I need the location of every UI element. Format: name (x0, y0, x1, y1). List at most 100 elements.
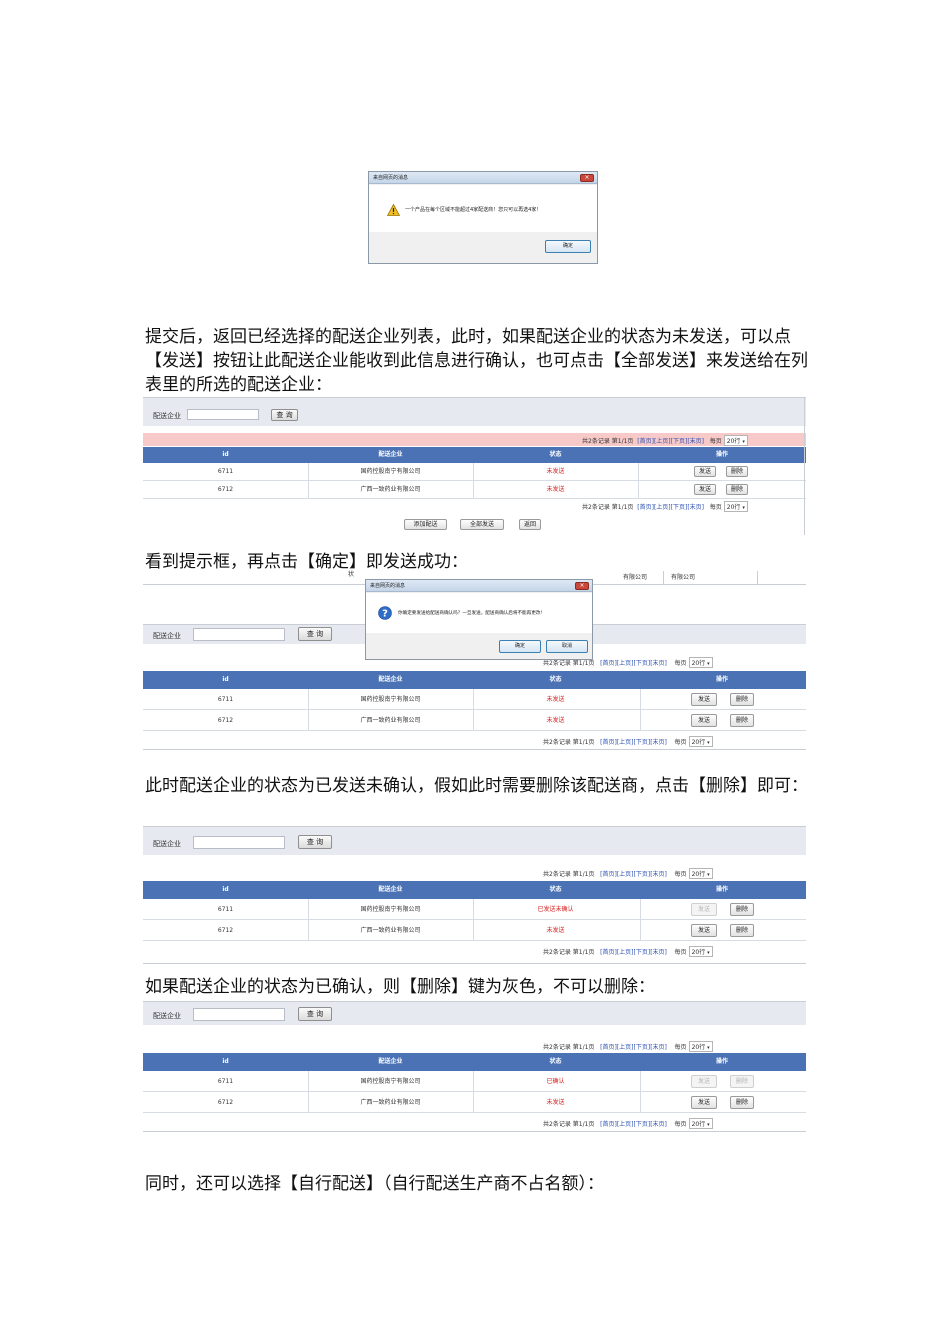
pager-page: 第1/1页 (572, 1121, 595, 1128)
ok-button[interactable]: 确定 (499, 640, 541, 653)
pager-prev-link[interactable]: [上页] (654, 438, 671, 445)
per-page-select[interactable]: 20行 ▾ (688, 868, 713, 879)
pager-last-link[interactable]: [末页] (650, 949, 667, 956)
send-button[interactable]: 发送 (694, 466, 716, 477)
per-page-select[interactable]: 20行 ▾ (723, 435, 748, 446)
pager-total: 共2条记录 (543, 1044, 571, 1051)
search-button[interactable]: 查 询 (298, 1007, 332, 1021)
pager-first-link[interactable]: [首页] (600, 871, 617, 878)
delete-button[interactable]: 删除 (730, 924, 754, 937)
pager-last-link[interactable]: [末页] (650, 871, 667, 878)
delete-button[interactable]: 删除 (730, 693, 754, 706)
pager-total: 共2条记录 (543, 949, 571, 956)
screenshot-list-1: 配送企业 查 询 共2条记录 第1/1页 [首页][上页][下页][末页] 每页… (143, 397, 806, 537)
search-button[interactable]: 查 询 (298, 835, 332, 849)
dialog-title-text: 来自网页的消息 (370, 583, 406, 589)
svg-text:?: ? (382, 609, 388, 620)
pager-last-link[interactable]: [末页] (650, 1121, 667, 1128)
send-button[interactable]: 发送 (691, 693, 717, 706)
cell-status: 已发送未确认 (537, 906, 574, 913)
pager-page: 第1/1页 (572, 1044, 595, 1051)
pager-last-link[interactable]: [末页] (650, 660, 667, 667)
pager-next-link[interactable]: [下页] (634, 1121, 651, 1128)
pager-prev-link[interactable]: [上页] (617, 1044, 634, 1051)
per-page-select[interactable]: 20行 ▾ (688, 736, 713, 747)
delete-button[interactable]: 删除 (730, 903, 754, 916)
close-icon[interactable]: × (580, 174, 594, 182)
per-page-select[interactable]: 20行 ▾ (688, 946, 713, 957)
table-header: id 配送企业 状态 操作 (143, 447, 806, 463)
paragraph-delete: 此时配送企业的状态为已发送未确认，假如此时需要删除该配送商，点击【删除】即可： (145, 776, 808, 796)
cell-id: 6712 (217, 927, 234, 934)
pager-next-link[interactable]: [下页] (634, 739, 651, 746)
per-page-select[interactable]: 20行 ▾ (723, 501, 748, 512)
back-button[interactable]: 返回 (519, 519, 541, 530)
search-input[interactable] (193, 628, 285, 641)
per-page-select[interactable]: 20行 ▾ (688, 657, 713, 668)
alert-dialog: 来自网页的消息 × 一个产品在每个区域不能超过4家配送商！您只可以再选4家! 确… (368, 171, 598, 264)
add-delivery-button[interactable]: 添加配送 (404, 519, 447, 530)
pager-last-link[interactable]: [末页] (650, 739, 667, 746)
paragraph-submit: 提交后，返回已经选择的配送企业列表，此时，如果配送企业的状态为未发送，可以点【发… (145, 327, 808, 395)
chevron-down-icon: ▾ (707, 740, 710, 746)
pager-page: 第1/1页 (572, 739, 595, 746)
pager-last-link[interactable]: [末页] (650, 1044, 667, 1051)
search-button[interactable]: 查 询 (271, 409, 298, 421)
col-status: 状态 (549, 1058, 562, 1065)
pager-next-link[interactable]: [下页] (671, 504, 688, 511)
pager-prev-link[interactable]: [上页] (617, 660, 634, 667)
pager-first-link[interactable]: [首页] (600, 1121, 617, 1128)
pager-next-link[interactable]: [下页] (634, 1044, 651, 1051)
pager-next-link[interactable]: [下页] (671, 438, 688, 445)
per-page-select[interactable]: 20行 ▾ (688, 1118, 713, 1129)
delete-button[interactable]: 删除 (726, 466, 748, 477)
pager-last-link[interactable]: [末页] (687, 438, 704, 445)
pager-top: 共2条记录 第1/1页 [首页][上页][下页][末页] 每页 20行 ▾ (582, 435, 748, 446)
col-id: id (222, 451, 229, 458)
pager-next-link[interactable]: [下页] (634, 660, 651, 667)
pager-bottom: 共2条记录 第1/1页 [首页][上页][下页][末页] 每页 20行 ▾ (543, 736, 713, 747)
delete-button[interactable]: 删除 (726, 484, 748, 495)
pager-prev-link[interactable]: [上页] (617, 949, 634, 956)
pager-first-link[interactable]: [首页] (637, 438, 654, 445)
pager-first-link[interactable]: [首页] (600, 660, 617, 667)
pager-next-link[interactable]: [下页] (634, 949, 651, 956)
delete-button[interactable]: 删除 (730, 1096, 754, 1109)
chevron-down-icon: ▾ (707, 661, 710, 667)
pager-first-link[interactable]: [首页] (637, 504, 654, 511)
search-button[interactable]: 查 询 (298, 627, 332, 641)
send-button[interactable]: 发送 (694, 484, 716, 495)
send-button[interactable]: 发送 (691, 924, 717, 937)
pager-first-link[interactable]: [首页] (600, 949, 617, 956)
search-input[interactable] (193, 836, 285, 849)
send-all-button[interactable]: 全部发送 (460, 519, 504, 530)
search-input[interactable] (187, 409, 259, 420)
pager-prev-link[interactable]: [上页] (654, 504, 671, 511)
send-button[interactable]: 发送 (691, 714, 717, 727)
cell-status: 未发送 (546, 486, 565, 493)
table-row: 6712 广西一致药业有限公司 未发送 发送 删除 (143, 710, 806, 731)
per-page-select[interactable]: 20行 ▾ (688, 1041, 713, 1052)
pager-first-link[interactable]: [首页] (600, 1044, 617, 1051)
pager-prev-link[interactable]: [上页] (617, 739, 634, 746)
chevron-down-icon: ▾ (742, 505, 745, 511)
table-row: 6711 国药控股南宁有限公司 已确认 发送 删除 (143, 1071, 806, 1092)
col-company: 配送企业 (378, 451, 403, 458)
pager-next-link[interactable]: [下页] (634, 871, 651, 878)
pager-prev-link[interactable]: [上页] (617, 1121, 634, 1128)
close-icon[interactable]: × (575, 582, 589, 590)
pager-last-link[interactable]: [末页] (687, 504, 704, 511)
chevron-down-icon: ▾ (707, 950, 710, 956)
bg-fragment: 有限公司 (671, 574, 696, 581)
ok-button[interactable]: 确定 (545, 240, 591, 253)
search-input[interactable] (193, 1008, 285, 1021)
cancel-button[interactable]: 取消 (546, 640, 588, 653)
per-page-label: 每页 (709, 438, 722, 445)
pager-bottom: 共2条记录 第1/1页 [首页][上页][下页][末页] 每页 20行 ▾ (543, 946, 713, 957)
pager-prev-link[interactable]: [上页] (617, 871, 634, 878)
delete-button[interactable]: 删除 (730, 714, 754, 727)
pager-first-link[interactable]: [首页] (600, 739, 617, 746)
send-button[interactable]: 发送 (691, 1096, 717, 1109)
pager-total: 共2条记录 (543, 871, 571, 878)
pager-total: 共2条记录 (543, 1121, 571, 1128)
